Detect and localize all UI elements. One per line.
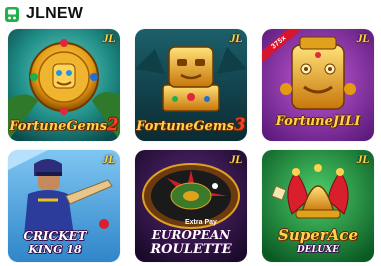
game-tile-cricket-king-18[interactable]: JL CRICKET KING 18	[8, 150, 120, 262]
provider-badge: JL	[102, 31, 116, 45]
game-tile-fortune-gems-2[interactable]: JL FortuneGems2	[8, 29, 120, 141]
game-title-line-2: KING 18	[28, 243, 82, 256]
provider-badge: JL	[356, 31, 370, 45]
section-header: JLNEW	[4, 3, 83, 25]
provider-badge: JL	[229, 31, 243, 45]
game-title: FortuneGems3	[135, 117, 247, 134]
game-title-number: 3	[233, 115, 246, 135]
game-title: FortuneJILI	[275, 114, 361, 129]
provider-badge: JL	[102, 152, 116, 166]
provider-badge: JL	[356, 152, 370, 166]
game-title-line-2: ROULETTE	[150, 242, 232, 257]
game-title-line-1: CRICKET	[23, 229, 87, 243]
game-title-text: FortuneGems	[9, 119, 107, 134]
section-title: JLNEW	[26, 5, 83, 22]
game-title: FortuneGems2	[8, 117, 120, 134]
game-tile-european-roulette[interactable]: JL Extra Pay EUROPEAN ROULETTE	[135, 150, 247, 262]
game-tile-fortune-jili[interactable]: 375x JL FortuneJILI	[262, 29, 374, 141]
game-title-line-1: EUROPEAN	[151, 228, 231, 242]
game-grid: JL FortuneGems2 JL FortuneGems3 375x JL …	[8, 29, 374, 262]
game-tile-super-ace-deluxe[interactable]: JL SuperAce DELUXE	[262, 150, 374, 262]
game-subtitle: DELUXE	[296, 245, 340, 255]
game-title: SuperAce	[278, 226, 358, 244]
game-section: JLNEW JL FortuneGems2 JL FortuneGems3 37…	[0, 0, 381, 266]
extra-pay-tag: Extra Pay	[185, 219, 217, 226]
game-tile-fortune-gems-3[interactable]: JL FortuneGems3	[135, 29, 247, 141]
game-title-number: 2	[106, 115, 119, 135]
provider-badge: JL	[229, 152, 243, 166]
game-controller-icon	[4, 6, 20, 23]
game-title-text: FortuneGems	[136, 119, 234, 134]
